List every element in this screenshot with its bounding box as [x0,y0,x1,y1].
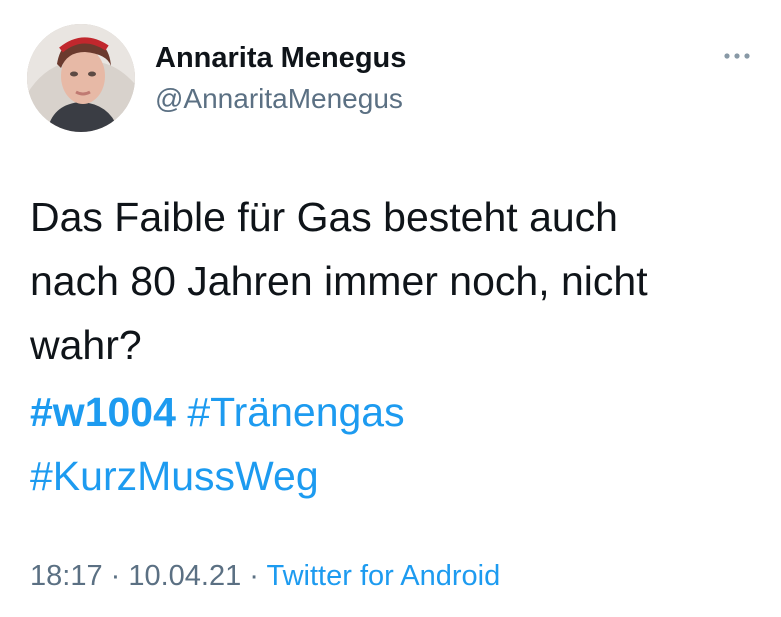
tweet-text-line: nach 80 Jahren immer noch, nicht [30,258,648,304]
separator: · [102,560,129,592]
hashtag-line: #KurzMussWeg [30,444,750,508]
tweet-text-line: Das Faible für Gas besteht auch [30,194,618,240]
ellipsis-icon[interactable] [723,48,751,64]
tweet-time[interactable]: 18:17 [30,560,103,592]
tweet-text-line: wahr? [30,322,142,368]
hashtag-link[interactable]: #Tränengas [187,389,404,435]
tweet-metadata: 18:17 · 10.04.21 · Twitter for Android [30,560,500,593]
hashtag-link[interactable]: #w1004 [30,389,176,435]
author-handle[interactable]: @AnnaritaMenegus [155,83,403,115]
tweet-source-link[interactable]: Twitter for Android [267,560,501,592]
profile-photo-icon [27,24,135,132]
tweet-date[interactable]: 10.04.21 [128,560,241,592]
separator: · [241,560,267,592]
tweet-card: Annarita Menegus @AnnaritaMenegus Das Fa… [0,0,781,617]
tweet-text: Das Faible für Gas besteht auch nach 80 … [30,185,750,377]
hashtags: #w1004 #Tränengas #KurzMussWeg [30,380,750,508]
author-name[interactable]: Annarita Menegus [155,42,406,75]
hashtag-link[interactable]: #KurzMussWeg [30,453,319,499]
avatar[interactable] [27,24,135,132]
hashtag-line: #w1004 #Tränengas [30,380,750,444]
